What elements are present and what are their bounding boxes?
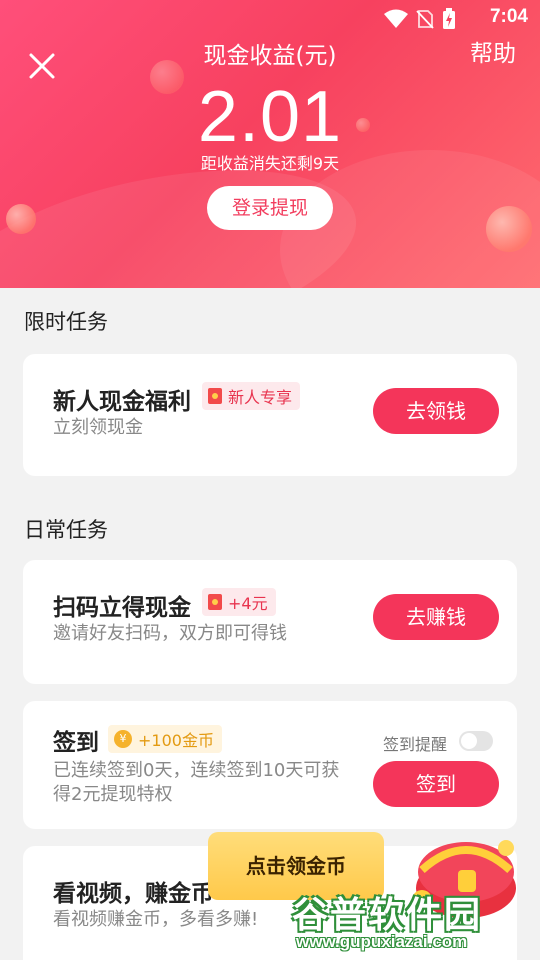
task-subtitle: 看视频赚金币，多看多赚! [53, 909, 259, 930]
task-tag-label: +100金币 [138, 731, 214, 750]
task-tag: +4元 [202, 588, 276, 616]
status-bar: 7:04 [0, 0, 540, 36]
coin-decoration [6, 204, 36, 234]
section-title-limited: 限时任务 [24, 310, 108, 334]
task-card-newbie: 新人现金福利 新人专享 立刻领现金 去领钱 [23, 354, 517, 476]
task-tag: ¥ +100金币 [108, 725, 222, 753]
watermark-url: www.gupuxiazai.com [296, 932, 468, 951]
help-link[interactable]: 帮助 [470, 34, 516, 68]
earnings-header: 7:04 现金收益(元) 帮助 2.01 距收益消失还剩9天 登录提现 [0, 0, 540, 288]
status-time: 7:04 [489, 6, 528, 27]
checkin-button[interactable]: 签到 [373, 761, 499, 807]
page-title: 现金收益(元) [203, 43, 337, 69]
red-envelope-icon [208, 388, 222, 404]
task-tag: 新人专享 [202, 382, 301, 410]
task-subtitle: 邀请好友扫码，双方即可得钱 [53, 623, 287, 644]
earn-cash-button[interactable]: 去赚钱 [373, 594, 499, 640]
wifi-icon [384, 9, 408, 28]
red-envelope-icon [208, 594, 222, 610]
task-card-checkin: 签到 ¥ +100金币 已连续签到0天，连续签到10天可获 得2元提现特权 签到… [23, 701, 517, 829]
section-title-daily: 日常任务 [24, 518, 108, 542]
task-card-scan: 扫码立得现金 +4元 邀请好友扫码，双方即可得钱 去赚钱 [23, 560, 517, 684]
no-sim-icon [416, 10, 434, 29]
task-tag-label: 新人专享 [228, 388, 293, 407]
coin-decoration [486, 206, 532, 252]
status-icons [384, 8, 456, 30]
task-title: 新人现金福利 [53, 389, 191, 415]
battery-charging-icon [443, 8, 455, 29]
login-withdraw-button[interactable]: 登录提现 [207, 186, 333, 230]
gold-coin-icon: ¥ [114, 730, 132, 748]
task-title: 扫码立得现金 [53, 595, 191, 621]
expire-note: 距收益消失还剩9天 [200, 154, 340, 173]
cash-amount: 2.01 [197, 77, 343, 157]
task-subtitle: 已连续签到0天，连续签到10天可获 得2元提现特权 [53, 759, 339, 807]
claim-cash-button[interactable]: 去领钱 [373, 388, 499, 434]
task-subtitle-line: 已连续签到0天，连续签到10天可获 [53, 760, 340, 781]
task-tag-label: +4元 [228, 594, 268, 613]
task-title: 看视频，赚金币 [53, 881, 214, 907]
task-title: 签到 [53, 730, 99, 756]
checkin-reminder-toggle[interactable] [459, 731, 493, 751]
task-subtitle: 立刻领现金 [53, 417, 143, 438]
site-watermark: 谷普软件园 www.gupuxiazai.com [292, 886, 538, 958]
checkin-reminder-label: 签到提醒 [383, 735, 448, 754]
watermark-text: 谷普软件园 [292, 895, 483, 936]
task-subtitle-line: 得2元提现特权 [53, 784, 173, 805]
